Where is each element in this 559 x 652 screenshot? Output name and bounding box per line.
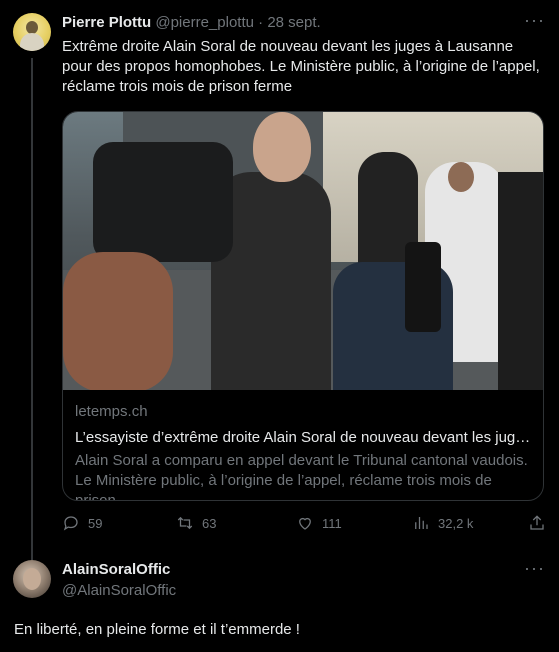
retweet-count: 63: [202, 515, 217, 531]
image-phone: [405, 242, 441, 332]
retweet-button[interactable]: 63: [176, 514, 216, 532]
analytics-icon: [415, 517, 428, 529]
more-options-icon[interactable]: ···: [524, 10, 545, 31]
like-count: 111: [322, 515, 342, 531]
reply-text: En liberté, en pleine forme et il t’emme…: [14, 621, 300, 638]
reply-author-handle[interactable]: @AlainSoralOffic: [62, 581, 176, 601]
like-button[interactable]: 111: [296, 514, 342, 532]
card-domain: letemps.ch: [75, 403, 148, 420]
image-subject-head: [253, 112, 311, 182]
author-handle[interactable]: @pierre_plottu: [155, 14, 254, 31]
reply-avatar[interactable]: [13, 560, 51, 598]
author-name[interactable]: Pierre Plottu: [62, 14, 151, 31]
reply-button[interactable]: 59: [62, 514, 102, 532]
reply-count: 59: [88, 515, 103, 531]
header-separator: ·: [258, 14, 264, 31]
avatar[interactable]: [13, 13, 51, 51]
retweet-icon: [177, 516, 193, 530]
image-camera: [93, 142, 233, 262]
comment-icon: [63, 516, 78, 531]
heart-icon: [299, 517, 311, 530]
avatar-figure-body: [20, 33, 44, 51]
image-hand: [63, 252, 173, 390]
card-image: [63, 112, 543, 390]
tweet-text: Extrême droite Alain Soral de nouveau de…: [62, 38, 540, 95]
view-count: 32,2 k: [438, 515, 474, 531]
card-title: L’essayiste d’extrême droite Alain Soral…: [75, 429, 535, 446]
card-info: letemps.ch L’essayiste d’extrême droite …: [75, 402, 535, 501]
reply-author-name[interactable]: AlainSoralOffic: [62, 560, 170, 580]
tweet-header: Pierre Plottu @pierre_plottu · 28 sept.: [62, 13, 321, 33]
views-button[interactable]: 32,2 k: [412, 514, 473, 532]
tweet-actions: 59 63 111 32,2 k: [62, 514, 548, 536]
image-person: [498, 172, 543, 390]
avatar-face: [23, 568, 41, 590]
share-button[interactable]: [528, 514, 546, 532]
reply-more-options-icon[interactable]: ···: [524, 558, 545, 579]
thread-connector-line: [31, 58, 33, 560]
card-description: Alain Soral a comparu en appel devant le…: [75, 452, 528, 501]
image-person-head: [448, 162, 474, 192]
tweet-date[interactable]: 28 sept.: [267, 14, 320, 31]
share-icon: [530, 515, 544, 530]
link-preview-card[interactable]: letemps.ch L’essayiste d’extrême droite …: [62, 111, 544, 501]
